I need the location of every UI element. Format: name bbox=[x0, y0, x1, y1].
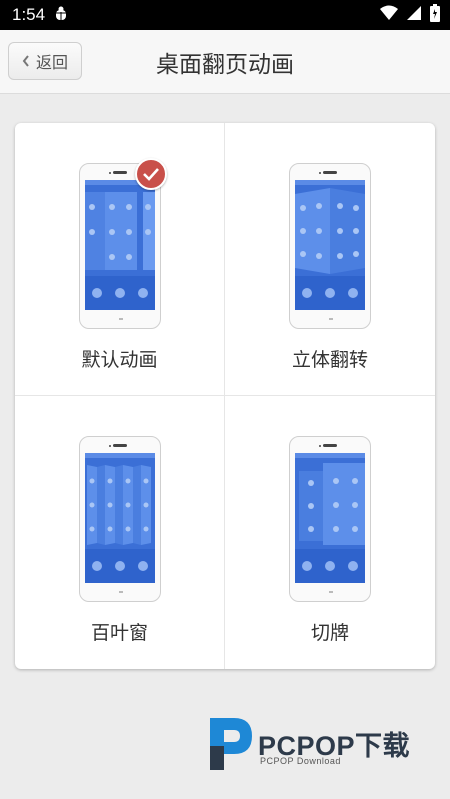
watermark-sub: PCPOP Download bbox=[260, 756, 341, 766]
option-label: 百叶窗 bbox=[90, 622, 148, 644]
phone-preview-blinds bbox=[79, 436, 161, 602]
header: 桌面翻页动画 返回 bbox=[0, 30, 450, 94]
signal-icon bbox=[406, 5, 422, 26]
pcpop-watermark: PCPOP下载 PCPOP Download bbox=[204, 716, 440, 772]
option-card-cut[interactable]: 切牌 bbox=[225, 396, 435, 669]
chevron-left-icon bbox=[22, 52, 30, 71]
option-blinds[interactable]: 百叶窗 bbox=[15, 396, 225, 669]
option-cube[interactable]: 立体翻转 bbox=[225, 123, 435, 396]
option-label: 默认动画 bbox=[81, 349, 158, 371]
status-time: 1:54 bbox=[12, 5, 46, 24]
option-label: 切牌 bbox=[310, 622, 349, 644]
status-bar: 1:54 bbox=[0, 0, 450, 30]
wifi-icon bbox=[380, 5, 398, 26]
option-default[interactable]: 默认动画 bbox=[15, 123, 225, 396]
back-button-label: 返回 bbox=[35, 53, 68, 72]
option-label: 立体翻转 bbox=[291, 349, 368, 371]
phone-preview-cube bbox=[289, 163, 371, 329]
phone-preview-card-cut bbox=[289, 436, 371, 602]
animation-options-grid: 默认动画 立体翻转 百叶窗 切牌 bbox=[15, 123, 435, 669]
back-button[interactable]: 返回 bbox=[8, 42, 82, 80]
battery-icon bbox=[430, 3, 440, 27]
bug-icon bbox=[53, 5, 69, 26]
pcpop-logo-icon bbox=[204, 716, 254, 772]
selected-check-icon bbox=[135, 158, 167, 190]
